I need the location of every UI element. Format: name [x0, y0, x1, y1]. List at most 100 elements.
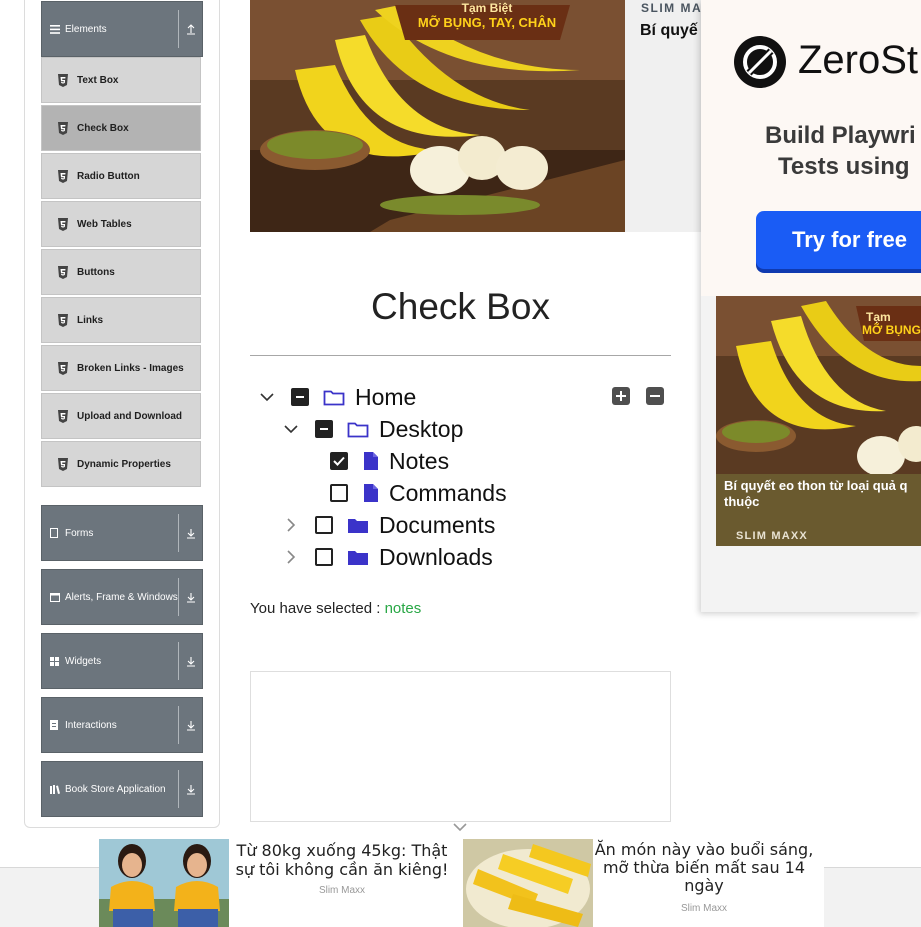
try-for-free-button[interactable]: Try for free	[756, 211, 921, 269]
sidebar-item-upload-download[interactable]: Upload and Download	[41, 393, 201, 439]
sidebar-item-label: Upload and Download	[77, 410, 182, 422]
selection-result: You have selected : notes	[250, 600, 421, 617]
zerostep-ad[interactable]: ZeroSt Build Playwri Tests using Try for…	[701, 0, 921, 296]
html5-icon	[58, 313, 68, 327]
sidebar-item-label: Web Tables	[77, 218, 132, 230]
expand-icon[interactable]	[178, 770, 202, 808]
list-icon	[50, 24, 64, 34]
sidebar-item-label: Dynamic Properties	[77, 458, 171, 470]
chevron-down-icon[interactable]	[260, 390, 274, 404]
chevron-down-icon[interactable]	[284, 422, 298, 436]
expand-icon[interactable]	[178, 642, 202, 680]
card-banner-line2: MỠ BỤNG,	[862, 323, 921, 337]
tree-label-documents: Documents	[379, 511, 496, 538]
tree-label-downloads: Downloads	[379, 543, 493, 570]
tree-node-downloads[interactable]: Downloads	[284, 542, 493, 572]
tree-node-documents[interactable]: Documents	[284, 510, 495, 540]
tree-node-commands[interactable]: Commands	[330, 478, 507, 508]
collapse-all-button[interactable]	[646, 387, 664, 405]
sidebar-item-buttons[interactable]: Buttons	[41, 249, 201, 295]
tree-node-notes[interactable]: Notes	[330, 446, 449, 476]
folder-open-icon	[323, 390, 345, 405]
sidebar-item-broken-links[interactable]: Broken Links - Images	[41, 345, 201, 391]
group-header-widgets[interactable]: Widgets	[41, 633, 203, 689]
ad-placeholder-box	[250, 671, 671, 822]
expand-icon[interactable]	[178, 578, 202, 616]
zerostep-tagline: Build Playwri Tests using	[765, 120, 916, 182]
tagline-line1: Build Playwri	[765, 122, 916, 149]
sidebar-item-label: Broken Links - Images	[77, 362, 184, 374]
html5-icon	[58, 361, 68, 375]
title-divider	[250, 355, 671, 356]
html5-icon	[58, 169, 68, 183]
html5-icon	[58, 121, 68, 135]
tree-node-home[interactable]: Home	[260, 382, 416, 412]
expand-icon[interactable]	[178, 514, 202, 552]
books-icon	[50, 784, 64, 794]
file-icon	[364, 452, 378, 470]
html5-icon	[58, 73, 68, 87]
sidebar-item-label: Radio Button	[77, 170, 140, 182]
html5-icon	[58, 265, 68, 279]
sidebar-item-check-box[interactable]: Check Box	[41, 105, 201, 151]
sidebar-item-label: Check Box	[77, 122, 129, 134]
bottom-ad-title-2[interactable]: Ăn món này vào buổi sáng, mỡ thừa biến m…	[593, 841, 815, 895]
group-header-label: Alerts, Frame & Windows	[65, 591, 178, 603]
zerostep-brand: ZeroSt	[798, 38, 919, 82]
checkbox-commands[interactable]	[330, 484, 348, 502]
expand-all-button[interactable]	[612, 387, 630, 405]
bottom-ad-source-2: Slim Maxx	[680, 903, 728, 914]
group-header-interactions[interactable]: Interactions	[41, 697, 203, 753]
sidebar-item-links[interactable]: Links	[41, 297, 201, 343]
bottom-ad[interactable]: Từ 80kg xuống 45kg: Thật sự tôi không cầ…	[99, 839, 824, 927]
banana-ad-card[interactable]: Tạm MỠ BỤNG, Bí quyết eo thon từ loại qu…	[716, 296, 921, 546]
tree-label-notes: Notes	[389, 447, 450, 474]
sidebar-item-label: Text Box	[77, 74, 119, 86]
sidebar-item-web-tables[interactable]: Web Tables	[41, 201, 201, 247]
plus-icon	[616, 391, 626, 401]
folder-icon	[348, 550, 368, 565]
group-header-alerts[interactable]: Alerts, Frame & Windows	[41, 569, 203, 625]
html5-icon	[58, 457, 68, 471]
right-ad[interactable]: ZeroSt Build Playwri Tests using Try for…	[701, 0, 921, 612]
checkbox-notes[interactable]	[330, 452, 348, 470]
form-icon	[50, 528, 64, 538]
tree-node-desktop[interactable]: Desktop	[284, 414, 463, 444]
ad-image-women	[99, 839, 229, 927]
bottom-ad-source-1: Slim Maxx	[318, 885, 366, 896]
folder-open-icon	[347, 422, 369, 437]
group-header-label: Book Store Application	[65, 783, 166, 795]
html5-icon	[58, 217, 68, 231]
interaction-icon	[50, 720, 64, 730]
checkbox-downloads[interactable]	[315, 548, 333, 566]
group-header-forms[interactable]: Forms	[41, 505, 203, 561]
sidebar-item-radio-button[interactable]: Radio Button	[41, 153, 201, 199]
html5-icon	[58, 409, 68, 423]
expand-icon[interactable]	[178, 706, 202, 744]
group-header-label: Interactions	[65, 719, 117, 731]
checkbox-desktop[interactable]	[315, 420, 333, 438]
sidebar-item-text-box[interactable]: Text Box	[41, 57, 201, 103]
collapse-icon[interactable]	[178, 10, 202, 48]
folder-icon	[348, 518, 368, 533]
hero-ad-brand: SLIM MA	[641, 1, 703, 15]
chevron-right-icon[interactable]	[284, 518, 298, 532]
bottom-ad-title-1[interactable]: Từ 80kg xuống 45kg: Thật sự tôi không cầ…	[232, 841, 452, 879]
checkbox-documents[interactable]	[315, 516, 333, 534]
sidebar-item-dynamic-properties[interactable]: Dynamic Properties	[41, 441, 201, 487]
checkbox-home[interactable]	[291, 388, 309, 406]
tree-label-commands: Commands	[389, 479, 507, 506]
file-icon	[364, 484, 378, 502]
group-header-label: Widgets	[65, 655, 102, 667]
ad-image-corn	[463, 839, 593, 927]
hero-ad-teaser: Bí quyế	[640, 22, 698, 39]
group-header-elements[interactable]: Elements	[41, 1, 203, 57]
tagline-line2: Tests using	[778, 153, 910, 180]
grid-icon	[50, 656, 64, 666]
hero-ad-image[interactable]: Tạm Biệt MỠ BỤNG, TAY, CHÂN	[250, 0, 625, 232]
chevron-down-icon[interactable]	[452, 822, 468, 834]
chevron-right-icon[interactable]	[284, 550, 298, 564]
group-header-book-store[interactable]: Book Store Application	[41, 761, 203, 817]
card-banner-line1: Tạm	[866, 310, 891, 324]
window-icon	[50, 592, 64, 602]
